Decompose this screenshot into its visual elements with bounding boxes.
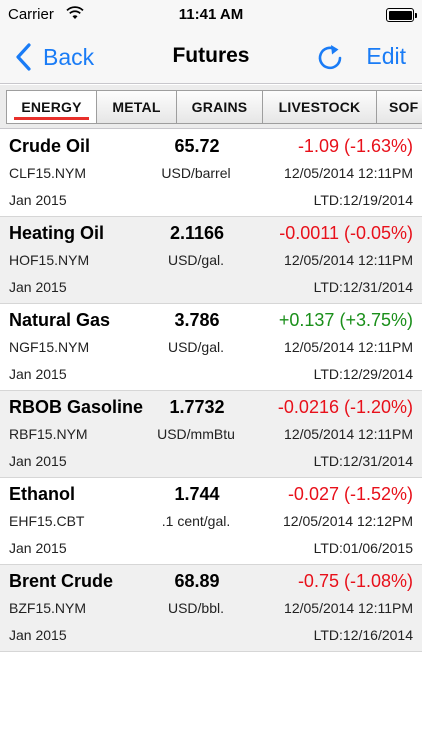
tab-grains[interactable]: GRAINS (177, 90, 263, 124)
last-trading-day: LTD:12/31/2014 (313, 453, 413, 469)
tab-label: LIVESTOCK (278, 99, 361, 115)
quote-time: 12/05/2014 12:11PM (284, 252, 413, 268)
price-change: -0.027 (-1.52%) (287, 484, 413, 504)
status-bar: Carrier 11:41 AM (0, 0, 422, 30)
price-change: -0.0011 (-0.05%) (279, 223, 413, 243)
futures-row-brent-crude[interactable]: Brent Crude 68.89 -0.75 (-1.08%) BZF15.N… (0, 565, 422, 652)
tab-label: SOF (389, 99, 419, 115)
tab-livestock[interactable]: LIVESTOCK (263, 90, 377, 124)
quote-time: 12/05/2014 12:11PM (284, 339, 413, 355)
futures-list: Crude Oil 65.72 -1.09 (-1.63%) CLF15.NYM… (0, 130, 422, 652)
contract-month: Jan 2015 (9, 192, 67, 208)
contract-month: Jan 2015 (9, 279, 67, 295)
navigation-bar: Back Futures Edit (0, 30, 422, 84)
price-change: -1.09 (-1.63%) (297, 136, 413, 156)
futures-row-rbob-gasoline[interactable]: RBOB Gasoline 1.7732 -0.0216 (-1.20%) RB… (0, 391, 422, 478)
contract-month: Jan 2015 (9, 453, 67, 469)
last-trading-day: LTD:12/29/2014 (313, 366, 413, 382)
tab-metal[interactable]: METAL (97, 90, 177, 124)
quote-time: 12/05/2014 12:11PM (284, 426, 413, 442)
tab-softs[interactable]: SOF (377, 90, 422, 124)
quote-time: 12/05/2014 12:11PM (284, 165, 413, 181)
tab-energy[interactable]: ENERGY (6, 90, 97, 124)
quote-time: 12/05/2014 12:11PM (284, 600, 413, 616)
contract-month: Jan 2015 (9, 540, 67, 556)
futures-row-heating-oil[interactable]: Heating Oil 2.1166 -0.0011 (-0.05%) HOF1… (0, 217, 422, 304)
futures-row-natural-gas[interactable]: Natural Gas 3.786 +0.137 (+3.75%) NGF15.… (0, 304, 422, 391)
contract-month: Jan 2015 (9, 627, 67, 643)
active-tab-indicator (14, 117, 89, 120)
futures-row-ethanol[interactable]: Ethanol 1.744 -0.027 (-1.52%) EHF15.CBT … (0, 478, 422, 565)
last-trading-day: LTD:01/06/2015 (313, 540, 413, 556)
price-change: -0.0216 (-1.20%) (277, 397, 413, 417)
tab-label: METAL (112, 99, 161, 115)
quote-time: 12/05/2014 12:12PM (283, 513, 413, 529)
category-tab-bar: ENERGY METAL GRAINS LIVESTOCK SOF (0, 85, 422, 129)
tab-label: ENERGY (21, 99, 82, 115)
contract-month: Jan 2015 (9, 366, 67, 382)
price-change: +0.137 (+3.75%) (278, 310, 413, 330)
last-trading-day: LTD:12/16/2014 (313, 627, 413, 643)
tab-label: GRAINS (191, 99, 248, 115)
futures-row-crude-oil[interactable]: Crude Oil 65.72 -1.09 (-1.63%) CLF15.NYM… (0, 130, 422, 217)
price-change: -0.75 (-1.08%) (297, 571, 413, 591)
refresh-icon[interactable] (316, 42, 344, 72)
page-title: Futures (172, 44, 250, 67)
battery-icon (386, 8, 417, 22)
last-trading-day: LTD:12/19/2014 (313, 192, 413, 208)
clock: 11:41 AM (178, 6, 244, 23)
edit-button[interactable]: Edit (366, 43, 406, 70)
last-trading-day: LTD:12/31/2014 (313, 279, 413, 295)
